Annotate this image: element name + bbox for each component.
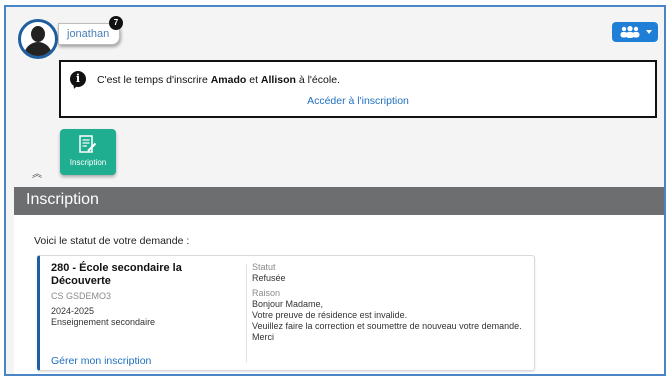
avatar-body-shape xyxy=(24,42,52,56)
app-frame: jonathan 7 i C'est le temps d'inscrire A… xyxy=(4,5,666,376)
manage-registration-link[interactable]: Gérer mon inscription xyxy=(51,355,151,367)
inscription-tile-label: Inscription xyxy=(69,158,107,167)
avatar-head-shape xyxy=(31,26,45,42)
status-value: Refusée xyxy=(252,273,286,283)
registration-alert: i C'est le temps d'inscrire Amado et All… xyxy=(59,60,657,118)
inscription-tile[interactable]: Inscription xyxy=(60,129,116,175)
notification-badge[interactable]: 7 xyxy=(109,16,123,30)
reason-line: Merci xyxy=(252,332,274,342)
status-intro: Voici le statut de votre demande : xyxy=(34,235,190,247)
status-details: Statut Refusée Raison Bonjour Madame, Vo… xyxy=(252,262,530,343)
reason-line: Veuillez faire la correction et soumettr… xyxy=(252,321,522,331)
reason-label: Raison xyxy=(252,288,281,298)
card-divider xyxy=(246,264,247,362)
reason-line: Bonjour Madame, xyxy=(252,299,324,309)
section-header: Inscription xyxy=(14,187,664,215)
reason-message: Bonjour Madame, Votre preuve de résidenc… xyxy=(252,299,530,343)
school-level: Enseignement secondaire xyxy=(51,317,156,327)
status-label: Statut xyxy=(252,262,276,272)
chevron-down-icon xyxy=(645,30,652,34)
user-name: jonathan xyxy=(67,28,110,40)
form-edit-icon xyxy=(79,135,97,153)
registration-status-panel: Voici le statut de votre demande : 280 -… xyxy=(14,215,664,374)
reason-line: Votre preuve de résidence est invalide. xyxy=(252,310,408,320)
avatar[interactable] xyxy=(18,19,58,59)
access-registration-link[interactable]: Accéder à l'inscription xyxy=(61,95,655,107)
school-year: 2024-2025 xyxy=(51,306,95,316)
info-icon: i xyxy=(70,71,86,87)
header: jonathan 7 i C'est le temps d'inscrire A… xyxy=(6,7,664,187)
school-name: 280 - École secondaire la Découverte xyxy=(51,262,182,287)
registration-card: 280 - École secondaire la Découverte CS … xyxy=(37,255,535,371)
school-code: CS GSDEMO3 xyxy=(51,291,112,301)
collapse-icon[interactable]: ︽ xyxy=(32,165,42,180)
children-switcher-button[interactable] xyxy=(612,22,658,42)
people-group-icon xyxy=(620,26,639,38)
alert-message: C'est le temps d'inscrire Amado et Allis… xyxy=(97,74,340,86)
section-title: Inscription xyxy=(26,191,99,208)
